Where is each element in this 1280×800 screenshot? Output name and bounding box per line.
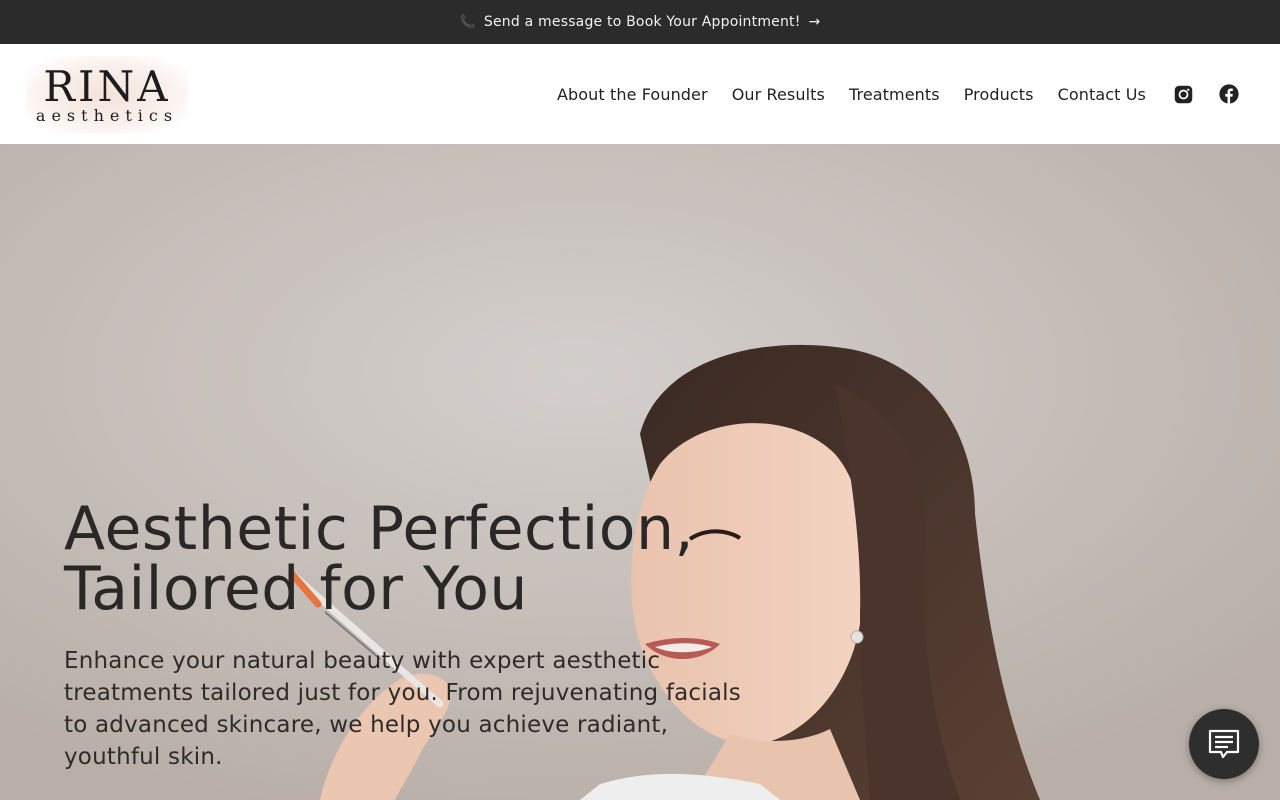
- site-header: RINA aesthetics About the Founder Our Re…: [0, 44, 1280, 144]
- logo-tagline: aesthetics: [35, 106, 179, 125]
- nav-about-founder[interactable]: About the Founder: [557, 85, 708, 104]
- instagram-icon[interactable]: [1172, 83, 1194, 105]
- announcement-bar[interactable]: 📞 Send a message to Book Your Appointmen…: [0, 0, 1280, 44]
- hero-title-line-1: Aesthetic Perfection,: [64, 494, 695, 564]
- facebook-icon[interactable]: [1218, 83, 1240, 105]
- nav-treatments[interactable]: Treatments: [849, 85, 940, 104]
- hero-title: Aesthetic Perfection, Tailored for You: [64, 499, 764, 619]
- nav-products[interactable]: Products: [964, 85, 1034, 104]
- hero-title-line-2: Tailored for You: [64, 554, 528, 624]
- nav-our-results[interactable]: Our Results: [732, 85, 825, 104]
- chat-button[interactable]: [1189, 709, 1259, 779]
- nav-contact-us[interactable]: Contact Us: [1058, 85, 1146, 104]
- hero-section: Aesthetic Perfection, Tailored for You E…: [0, 144, 1280, 800]
- chat-icon: [1208, 729, 1240, 759]
- arrow-right-icon: →: [808, 14, 821, 30]
- logo-wordmark: RINA: [43, 62, 171, 111]
- hero-content: Aesthetic Perfection, Tailored for You E…: [64, 499, 764, 773]
- logo[interactable]: RINA aesthetics: [26, 56, 188, 134]
- main-nav: About the Founder Our Results Treatments…: [533, 44, 1240, 144]
- phone-icon: 📞: [459, 14, 476, 30]
- announcement-text: Send a message to Book Your Appointment!: [483, 14, 801, 30]
- hero-description: Enhance your natural beauty with expert …: [64, 648, 741, 770]
